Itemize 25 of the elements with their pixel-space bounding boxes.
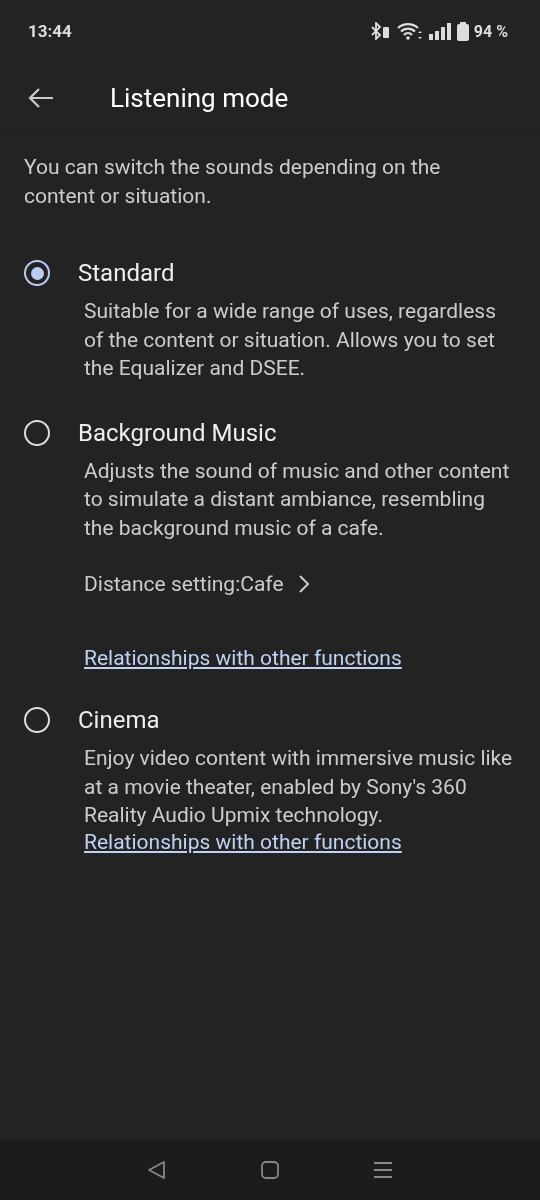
battery-percentage: 94 %	[473, 21, 508, 41]
radio-button[interactable]	[24, 707, 50, 733]
option-title[interactable]: Cinema	[78, 706, 160, 734]
bluetooth-icon	[369, 22, 392, 40]
radio-button[interactable]	[24, 419, 50, 446]
battery-icon	[456, 21, 469, 41]
radio-button[interactable]	[24, 260, 50, 286]
back-nav-icon[interactable]	[146, 1160, 167, 1180]
option-title[interactable]: Background Music	[78, 418, 277, 447]
distance-setting-link[interactable]: Distance setting:Cafe	[84, 572, 310, 596]
option-title[interactable]: Standard	[78, 259, 175, 287]
option-description: Adjusts the sound of music and other content to simulate a distant ambiance, resembling the background music of a cafe.	[84, 457, 511, 542]
menu-nav-icon[interactable]	[373, 1160, 394, 1180]
page-title: Listening mode	[110, 83, 289, 113]
wifi-icon	[396, 22, 423, 40]
relationships-link[interactable]: Relationships with other functions	[84, 829, 402, 854]
signal-icon	[427, 22, 452, 40]
relationships-link[interactable]: Relationships with other functions	[84, 646, 402, 670]
option-description: Enjoy video content with immersive music like at a movie theater, enabled by Sony's 360 Reality Audio Upmix technology.	[84, 745, 514, 829]
home-nav-icon[interactable]	[260, 1160, 280, 1180]
back-arrow-icon[interactable]	[28, 87, 54, 109]
chevron-icon	[297, 574, 310, 594]
status-time: 13:44	[28, 21, 72, 41]
option-description: Suitable for a wide range of uses, regardless of the content or situation. Allows you to set the Equalizer and DSEE.	[84, 298, 498, 382]
intro-text: You can switch the sounds depending on the content or situation.	[23, 154, 442, 210]
